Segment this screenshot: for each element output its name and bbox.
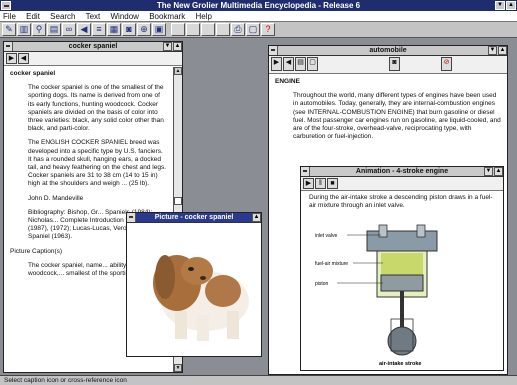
animation-description: During the air-intake stroke a descendin…	[309, 194, 493, 210]
binoculars-icon[interactable]: ∞	[62, 23, 76, 36]
pause-icon[interactable]: ‖	[315, 178, 326, 189]
window-system-menu[interactable]	[4, 42, 13, 51]
engine-diagram: inlet valve fuel-air mixture piston air-…	[315, 224, 438, 367]
stop-icon[interactable]: ■	[327, 178, 338, 189]
menu-window[interactable]: Window	[111, 12, 139, 21]
menu-search[interactable]: Search	[50, 12, 75, 21]
film-icon[interactable]: ▣	[152, 23, 166, 36]
menu-bookmark[interactable]: Bookmark	[149, 12, 185, 21]
status-text: Select caption icon or cross-reference i…	[4, 377, 127, 384]
maximize-button[interactable]: ▲	[506, 1, 516, 10]
minimize-button[interactable]: ▼	[495, 1, 505, 10]
menu-edit[interactable]: Edit	[26, 12, 40, 21]
camera-icon[interactable]: ◙	[389, 57, 400, 71]
animation-window: Animation - 4-stroke engine ▼ ▲ ▶ ‖ ■ Du…	[300, 166, 504, 371]
page-icon[interactable]: ▢	[307, 57, 318, 71]
map-icon[interactable]: ▦	[107, 23, 121, 36]
cocker-spaniel-image	[153, 255, 249, 341]
toolbar: ✎ ▥ ⚲ ▤ ∞ ◀ ≡ ▦ ◙ ⊕ ▣ ⎙ ▢ ?	[0, 22, 517, 38]
diagram-label: inlet valve	[315, 233, 337, 239]
paragraph: The ENGLISH COCKER SPANIEL breed was dev…	[28, 139, 167, 188]
no-entry-icon[interactable]: ⊘	[441, 57, 452, 71]
forward-arrow-icon[interactable]: ▶	[6, 53, 17, 64]
article-nav-bar: ▶ ◀ ▤ ▢ ◙ ⊘	[269, 56, 507, 74]
book-icon[interactable]: ▤	[47, 23, 61, 36]
globe-icon[interactable]: ⊕	[137, 23, 151, 36]
blank-tool-2-icon[interactable]	[186, 23, 200, 36]
menu-help[interactable]: Help	[195, 12, 211, 21]
paragraph: Throughout the world, many different typ…	[293, 92, 501, 141]
speaker-icon[interactable]: ◀	[77, 23, 91, 36]
back-arrow-icon[interactable]: ◀	[283, 57, 294, 71]
picture-window: Picture - cocker spaniel ▲	[126, 212, 262, 357]
article-text: ENGINE Throughout the world, many differ…	[269, 74, 507, 151]
window-maximize-button[interactable]: ▲	[252, 213, 261, 222]
play-icon[interactable]: ▶	[303, 178, 314, 189]
article-window-title: automobile ▼ ▲	[269, 46, 507, 56]
window-system-menu[interactable]	[127, 213, 136, 222]
window-system-menu[interactable]	[301, 167, 310, 176]
article-window-title: cocker spaniel ▼ ▲	[4, 42, 182, 52]
diagram-label: fuel-air mixture	[315, 261, 348, 267]
article-heading: cocker spaniel	[10, 70, 56, 77]
menu-text[interactable]: Text	[86, 12, 101, 21]
window-maximize-button[interactable]: ▲	[494, 167, 503, 176]
scroll-thumb[interactable]	[174, 197, 182, 205]
timeline-icon[interactable]: ≡	[92, 23, 106, 36]
app-title-bar: The New Grolier Multimedia Encyclopedia …	[0, 0, 517, 11]
search-icon[interactable]: ⚲	[32, 23, 46, 36]
menu-file[interactable]: File	[3, 12, 16, 21]
window-maximize-button[interactable]: ▲	[498, 46, 507, 55]
blank-tool-1-icon[interactable]	[171, 23, 185, 36]
question-icon[interactable]: ?	[261, 23, 275, 36]
window-minimize-button[interactable]: ▼	[488, 46, 497, 55]
status-bar: Select caption icon or cross-reference i…	[0, 375, 517, 385]
picture-window-title: Picture - cocker spaniel ▲	[127, 213, 261, 223]
system-menu-button[interactable]	[1, 1, 11, 10]
animation-controls: ▶ ‖ ■	[301, 177, 503, 191]
blank-tool-3-icon[interactable]	[201, 23, 215, 36]
outline-icon[interactable]: ▤	[295, 57, 306, 71]
animation-window-title: Animation - 4-stroke engine ▼ ▲	[301, 167, 503, 177]
blank-tool-4-icon[interactable]	[216, 23, 230, 36]
back-arrow-icon[interactable]: ◀	[18, 53, 29, 64]
app-title: The New Grolier Multimedia Encyclopedia …	[156, 1, 361, 10]
author: John D. Mandeville	[28, 194, 84, 202]
menu-bar: File Edit Search Text Window Bookmark He…	[0, 11, 517, 22]
scroll-down-icon[interactable]: ▼	[174, 364, 182, 372]
window-minimize-button[interactable]: ▼	[484, 167, 493, 176]
camera-icon[interactable]: ◙	[122, 23, 136, 36]
window-minimize-button[interactable]: ▼	[163, 42, 172, 51]
window-system-menu[interactable]	[269, 46, 278, 55]
section-heading: ENGINE	[275, 78, 300, 85]
print-icon[interactable]: ⎙	[231, 23, 245, 36]
paragraph: The cocker spaniel is one of the smalles…	[28, 84, 164, 133]
library-icon[interactable]: ▥	[17, 23, 31, 36]
scroll-up-icon[interactable]: ▲	[174, 67, 182, 75]
pencil-icon[interactable]: ✎	[2, 23, 16, 36]
diagram-label: piston	[315, 281, 329, 287]
forward-arrow-icon[interactable]: ▶	[271, 57, 282, 71]
window-maximize-button[interactable]: ▲	[173, 42, 182, 51]
notepad-icon[interactable]: ▢	[246, 23, 260, 36]
diagram-caption: air-intake stroke	[379, 361, 422, 367]
article-nav-bar: ▶ ◀	[4, 52, 182, 66]
